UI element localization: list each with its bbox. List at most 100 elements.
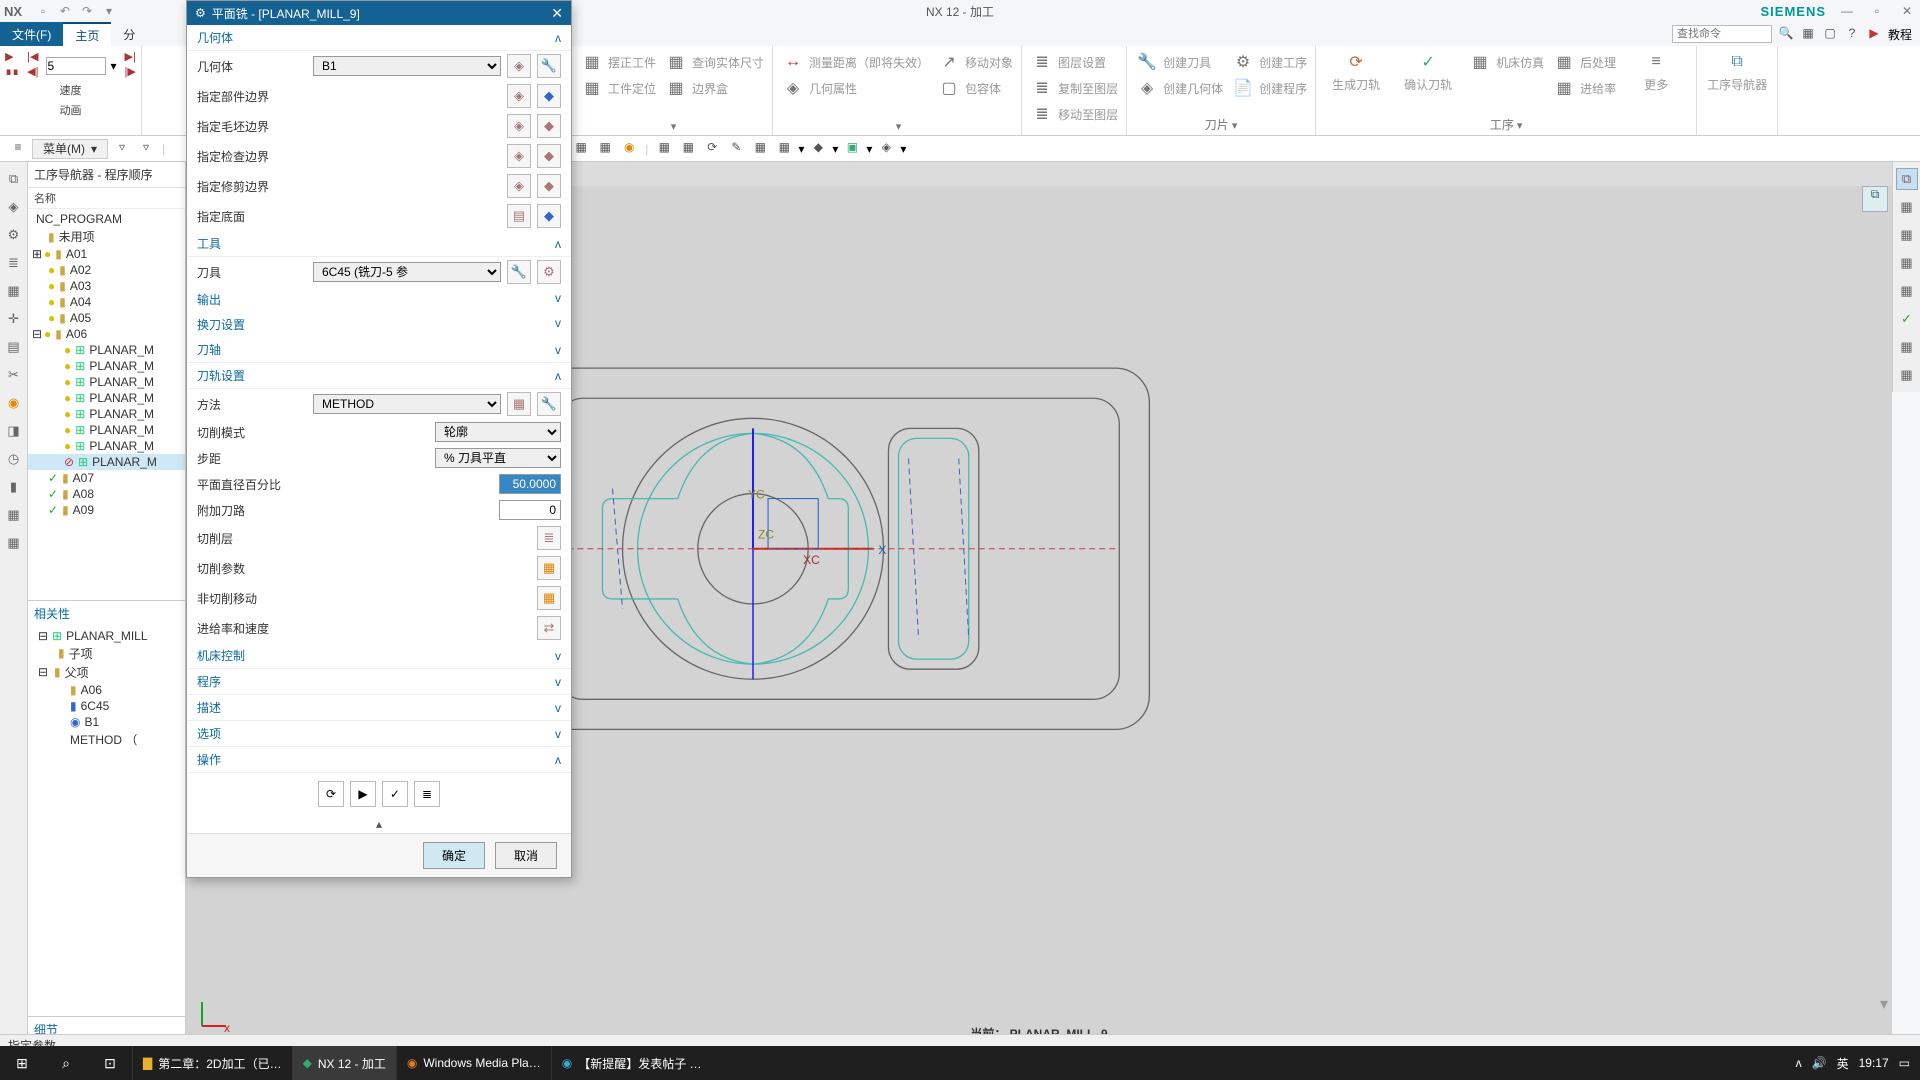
align-icon[interactable]: ▦	[580, 50, 604, 74]
undo-icon[interactable]: ↶	[56, 2, 74, 20]
rr-6-icon[interactable]: ✓	[1896, 308, 1918, 330]
chevron-down-icon[interactable]: v	[555, 649, 561, 663]
taskview-button[interactable]: ⊡	[88, 1046, 132, 1080]
op-generate-icon[interactable]: ⟳	[318, 781, 344, 807]
locate-icon[interactable]: ▦	[580, 76, 604, 100]
rb-b-icon[interactable]: ▦	[3, 532, 25, 554]
part-bnd-icon[interactable]: ◈	[507, 84, 531, 108]
rb-rss-icon[interactable]: ◉	[3, 392, 25, 414]
tool-select[interactable]: 6C45 (铣刀-5 参	[313, 262, 501, 282]
rb-mfg-icon[interactable]: ⚙	[3, 224, 25, 246]
stop-icon[interactable]: ∎∎	[5, 65, 19, 78]
post-icon[interactable]: ▦	[1552, 50, 1576, 74]
search-button[interactable]: ⌕	[44, 1046, 88, 1080]
feed-speed-icon[interactable]: ⇄	[537, 616, 561, 640]
search-icon[interactable]: 🔍	[1778, 26, 1794, 42]
chevron-down-icon[interactable]: v	[555, 727, 561, 741]
check-bnd-icon[interactable]: ◈	[507, 144, 531, 168]
chevron-down-icon[interactable]: v	[555, 701, 561, 715]
cutmode-select[interactable]: 轮廓	[435, 422, 561, 442]
floor-icon[interactable]: ▤	[507, 204, 531, 228]
rb-clip-icon[interactable]: ✂	[3, 364, 25, 386]
nav-tree[interactable]: NC_PROGRAM ▮未用项 ⊞●▮A01 ●▮A02 ●▮A03 ●▮A04…	[28, 209, 185, 600]
tb-ico-9[interactable]: ▦	[678, 140, 698, 158]
tool-new-icon[interactable]: 🔧	[507, 260, 531, 284]
move-layer-icon[interactable]: ≣	[1030, 102, 1054, 126]
task-wmp[interactable]: ◉Windows Media Pla…	[396, 1046, 551, 1080]
task-browser[interactable]: ◉【新提醒】发表帖子 …	[551, 1046, 712, 1080]
rb-nav-icon[interactable]: ⧉	[3, 168, 25, 190]
op-verify-icon[interactable]: ✓	[382, 781, 408, 807]
noncut-icon[interactable]: ▦	[537, 586, 561, 610]
rb-layer-icon[interactable]: ▦	[3, 280, 25, 302]
system-tray[interactable]: ʌ 🔊 英 19:17 ▭	[1786, 1055, 1920, 1072]
step-fwd-icon[interactable]: |▶	[125, 65, 136, 78]
menu-home[interactable]: 主页	[63, 22, 111, 46]
tb-ico-13[interactable]: ▦	[774, 140, 794, 158]
trim-bnd-icon[interactable]: ◈	[507, 174, 531, 198]
dialog-title-bar[interactable]: ⚙ 平面铣 - [PLANAR_MILL_9] ✕	[187, 1, 571, 25]
tray-volume-icon[interactable]: 🔊	[1812, 1056, 1827, 1070]
tb-ico-8[interactable]: ▦	[654, 140, 674, 158]
chevron-down-icon[interactable]: v	[555, 291, 561, 308]
chevron-up-icon[interactable]: ʌ	[555, 753, 561, 767]
create-op-icon[interactable]: ⚙	[1231, 50, 1255, 74]
minimize-icon[interactable]: —	[1838, 4, 1856, 18]
create-tool-icon[interactable]: 🔧	[1135, 50, 1159, 74]
save-icon[interactable]: ▫	[34, 2, 52, 20]
tray-notif-icon[interactable]: ▭	[1899, 1056, 1910, 1070]
grid-icon[interactable]: ▦	[1800, 26, 1816, 42]
tray-up-icon[interactable]: ʌ	[1796, 1056, 1802, 1070]
move-obj-icon[interactable]: ↗	[937, 50, 961, 74]
geom-edit-icon[interactable]: ◈	[507, 54, 531, 78]
copy-layer-icon[interactable]: ≣	[1030, 76, 1054, 100]
dialog-collapse-icon[interactable]: ▴	[187, 815, 571, 833]
tb-ico-16[interactable]: ◈	[876, 140, 896, 158]
close-icon[interactable]: ✕	[1898, 4, 1916, 18]
rr-2-icon[interactable]: ▦	[1896, 196, 1918, 218]
rb-draw-icon[interactable]: ▤	[3, 336, 25, 358]
tool-edit-icon[interactable]: ⚙	[537, 260, 561, 284]
tb-filter2[interactable]: ▿	[136, 140, 156, 158]
tutorial-label[interactable]: 教程	[1888, 26, 1912, 43]
tb-ico-7[interactable]: ◉	[619, 140, 639, 158]
tutorial-icon[interactable]: ▶	[1866, 26, 1882, 42]
geom-prop-icon[interactable]: ◈	[781, 76, 805, 100]
tb-ico-6[interactable]: ▦	[595, 140, 615, 158]
viewport-tool-icon[interactable]: ⧉	[1862, 186, 1888, 212]
speed-input[interactable]	[46, 57, 106, 75]
geometry-select[interactable]: B1	[313, 56, 501, 76]
tb-ico-12[interactable]: ▦	[750, 140, 770, 158]
dialog-close-icon[interactable]: ✕	[551, 5, 563, 22]
geom-wrench-icon[interactable]: 🔧	[537, 54, 561, 78]
step-back-icon[interactable]: ◀|	[27, 65, 38, 78]
method-wrench-icon[interactable]: 🔧	[537, 392, 561, 416]
op-list-icon[interactable]: ≣	[414, 781, 440, 807]
tb-filter1[interactable]: ▿	[112, 140, 132, 158]
chevron-down-icon[interactable]: v	[555, 675, 561, 689]
method-edit-icon[interactable]: ▦	[507, 392, 531, 416]
dropdown-icon[interactable]: ▾	[110, 59, 116, 73]
menu-analysis[interactable]: 分	[111, 22, 147, 46]
rr-8-icon[interactable]: ▦	[1896, 364, 1918, 386]
nav-rel-header[interactable]: 相关性	[28, 600, 185, 626]
rr-1-icon[interactable]: ⧉	[1896, 168, 1918, 190]
restore-icon[interactable]: ▫	[1868, 4, 1886, 18]
ok-button[interactable]: 确定	[423, 842, 485, 869]
tb-ico-14[interactable]: ◆	[808, 140, 828, 158]
more-ribbon-icon[interactable]: ≡	[1644, 50, 1668, 74]
play-start-icon[interactable]: ▶	[5, 50, 19, 63]
cut-param-icon[interactable]: ▦	[537, 556, 561, 580]
tb-menu-icon[interactable]: ≡	[8, 140, 28, 158]
tb-ico-15[interactable]: ▣	[842, 140, 862, 158]
layer-set-icon[interactable]: ≣	[1030, 50, 1054, 74]
percent-input[interactable]	[499, 474, 561, 494]
chevron-up-icon[interactable]: ʌ	[555, 31, 561, 45]
skip-fwd-icon[interactable]: ▶|	[125, 50, 136, 63]
rb-part-icon[interactable]: ◈	[3, 196, 25, 218]
query-icon[interactable]: ▦	[664, 50, 688, 74]
more-icon[interactable]: ▾	[100, 2, 118, 20]
create-prog-icon[interactable]: 📄	[1231, 76, 1255, 100]
tb-ico-10[interactable]: ⟳	[702, 140, 722, 158]
blank-bnd-icon[interactable]: ◈	[507, 114, 531, 138]
